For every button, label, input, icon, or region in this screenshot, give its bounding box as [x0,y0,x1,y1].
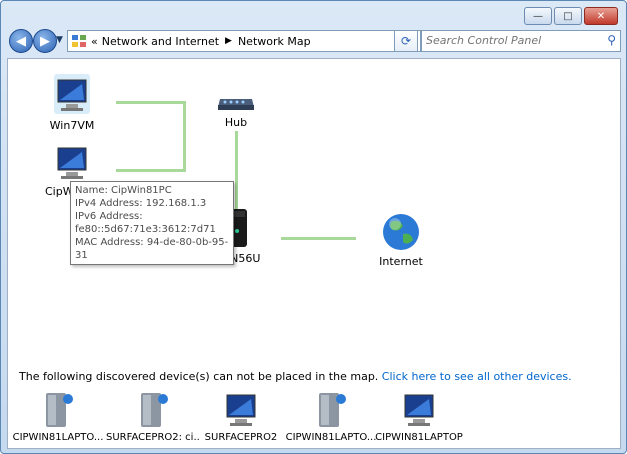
unplaced-device[interactable]: CIPWIN81LAPTO... [11,389,105,443]
minimize-button[interactable]: — [524,7,552,25]
unplaced-device[interactable]: CIPWIN81LAPTOP [372,389,466,443]
globe-icon [383,214,419,250]
media-device-icon [141,393,168,427]
notice-text: The following discovered device(s) can n… [19,370,379,383]
search-box[interactable]: ⚲ [421,30,621,52]
link-line [183,101,186,172]
breadcrumb-overflow-icon[interactable]: « [91,35,98,48]
computer-icon [54,74,90,114]
control-panel-icon [72,35,86,47]
unplaced-devices-notice: The following discovered device(s) can n… [19,370,572,383]
tooltip-ipv6-value: fe80::5d67:71e3:3612:7d71 [75,224,216,235]
unplaced-device[interactable]: SURFACEPRO2 [194,389,288,443]
node-hub[interactable]: Hub [211,91,261,129]
refresh-icon[interactable]: ⟳ [394,30,418,52]
device-label: SURFACEPRO2 [204,432,278,443]
caption-buttons: — □ ✕ [524,7,618,25]
tooltip-name: Name: CipWin81PC [75,185,172,196]
media-device-icon [319,393,346,427]
device-label: CIPWIN81LAPTOP [375,432,463,443]
breadcrumb-separator-icon[interactable]: ▶ [225,36,232,46]
forward-icon[interactable]: ▶ [33,29,57,53]
breadcrumb-network-map[interactable]: Network Map [238,35,311,48]
maximize-button[interactable]: □ [554,7,582,25]
node-label: Internet [379,255,423,268]
device-label: CIPWIN81LAPTO... [285,432,377,443]
device-label: CIPWIN81LAPTO... [12,432,104,443]
computer-icon [57,147,87,179]
link-line [281,237,356,240]
network-map-area: Win7VM CipWi Hub RT-N56U Internet Name: … [7,58,621,449]
media-device-icon [46,393,73,427]
device-tooltip: Name: CipWin81PC IPv4 Address: 192.168.1… [70,181,234,265]
unplaced-device[interactable]: CIPWIN81LAPTO... [284,389,378,443]
node-internet[interactable]: Internet [371,212,431,268]
computer-icon [404,394,434,426]
hub-icon [218,99,254,110]
node-win7vm[interactable]: Win7VM [42,74,102,132]
search-input[interactable] [422,31,600,49]
node-label: Hub [224,116,248,129]
address-bar[interactable]: « Network and Internet ▶ Network Map ▼ [67,30,421,52]
device-label: SURFACEPRO2: ci... [106,432,200,443]
tooltip-ipv4: IPv4 Address: 192.168.1.3 [75,198,207,209]
link-line [116,169,186,172]
search-icon[interactable]: ⚲ [607,33,616,47]
unplaced-device[interactable]: SURFACEPRO2: ci... [106,389,200,443]
computer-icon [226,394,256,426]
tooltip-ipv6-label: IPv6 Address: [75,211,143,222]
breadcrumb-network-and-internet[interactable]: Network and Internet [102,35,219,48]
link-line [116,101,186,104]
network-map-window: — □ ✕ ◀ ▶ ▼ « Network and Internet ▶ Net… [0,0,627,454]
tooltip-mac: MAC Address: 94-de-80-0b-95-31 [75,237,229,261]
recent-pages-chevron-icon[interactable]: ▼ [56,35,63,45]
navigation-bar: ◀ ▶ ▼ « Network and Internet ▶ Network M… [7,29,621,53]
see-all-devices-link[interactable]: Click here to see all other devices. [382,370,572,383]
node-label: Win7VM [49,119,95,132]
close-button[interactable]: ✕ [584,7,618,25]
back-icon[interactable]: ◀ [9,29,33,53]
